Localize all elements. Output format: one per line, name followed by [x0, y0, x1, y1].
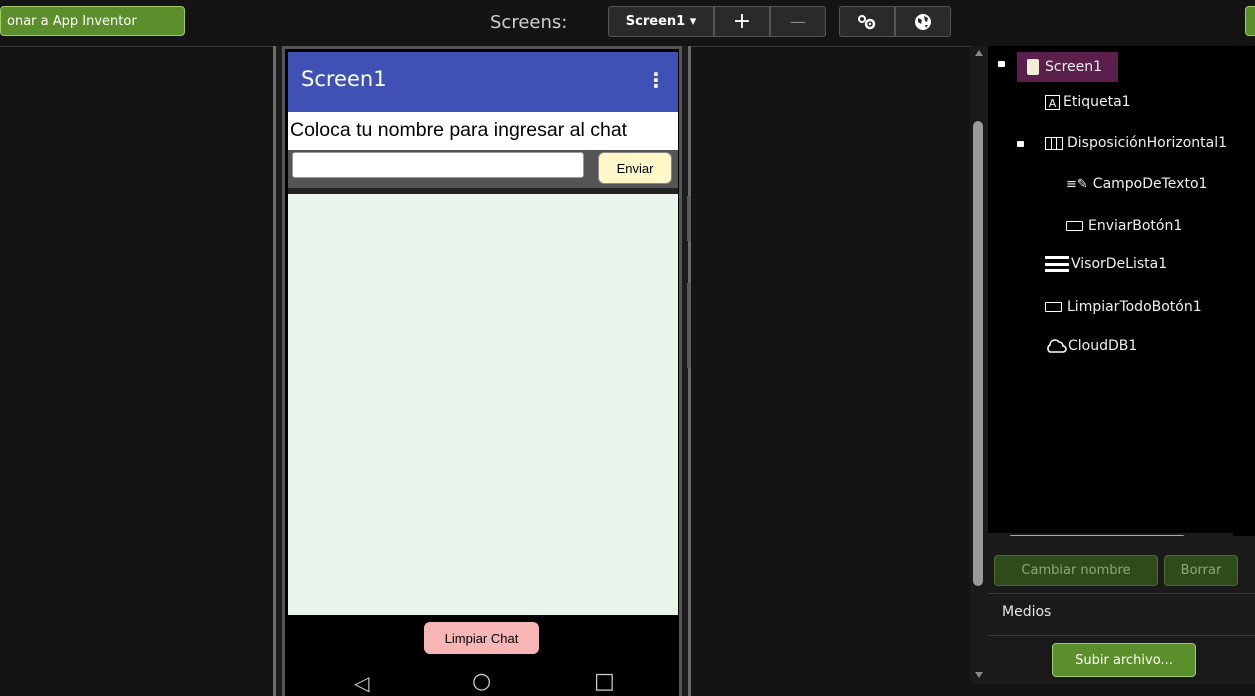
tree-item-limpiartodoboton[interactable]: LimpiarTodoBotón1: [1045, 299, 1202, 315]
screen-selector-label: Screen1 ▾: [625, 14, 697, 29]
app-bar: Screen1 ⋮: [288, 52, 678, 112]
send-button-label: Enviar: [616, 160, 654, 176]
viewer-scrollbar[interactable]: [970, 46, 988, 684]
overflow-menu-icon[interactable]: ⋮: [646, 68, 666, 92]
scroll-down-arrow-icon[interactable]: [975, 672, 983, 678]
components-tree-panel: Screen1 A Etiqueta1 DisposiciónHorizonta…: [988, 46, 1255, 545]
tree-item-disposicion[interactable]: DisposiciónHorizontal1: [1045, 135, 1255, 151]
clear-chat-label: Limpiar Chat: [444, 630, 519, 646]
phone-side-button-bottom: [687, 283, 691, 368]
tree-item-label: CloudDB1: [1068, 338, 1138, 354]
listview-icon: [1045, 256, 1069, 272]
tree-item-label: Etiqueta1: [1063, 94, 1131, 110]
gears-icon: [858, 14, 876, 29]
delete-button-label: Borrar: [1180, 563, 1222, 578]
tree-item-clouddb[interactable]: CloudDB1: [1045, 338, 1137, 354]
nav-home-icon: ○: [472, 669, 492, 694]
collapse-screen-icon[interactable]: [998, 61, 1005, 67]
tree-item-label: VisorDeLista1: [1071, 256, 1168, 272]
label-container: Coloca tu nombre para ingresar al chat: [288, 112, 678, 150]
rename-button[interactable]: Cambiar nombre: [994, 555, 1158, 586]
nav-recent-icon: □: [594, 669, 615, 694]
back-button-label: onar a App Inventor: [7, 13, 137, 29]
viewer-scrollbar-thumb[interactable]: [973, 121, 983, 586]
nav-back-icon: ◁: [354, 671, 370, 695]
bottom-area: Limpiar Chat ◁ ○ □: [288, 615, 678, 695]
collapse-arrangement-icon[interactable]: [1017, 141, 1024, 147]
tree-item-etiqueta1[interactable]: A Etiqueta1: [1045, 94, 1131, 110]
components-actions-panel: Cambiar nombre Borrar Medios Subir archi…: [988, 536, 1255, 684]
name-text-field[interactable]: [292, 152, 584, 178]
button-icon: [1045, 302, 1062, 312]
send-button[interactable]: Enviar: [598, 152, 672, 184]
clear-chat-button[interactable]: Limpiar Chat: [424, 622, 539, 654]
publish-globe-button[interactable]: [895, 6, 951, 37]
textbox-icon: ≡✎: [1066, 176, 1088, 192]
divider: [988, 635, 1255, 636]
tree-item-label: EnviarBotón1: [1088, 218, 1183, 234]
upload-file-button[interactable]: Subir archivo...: [1052, 643, 1196, 677]
screen-selector-dropdown[interactable]: Screen1 ▾: [608, 6, 714, 37]
tree-item-screen1[interactable]: Screen1: [1017, 52, 1118, 82]
tree-item-label: CampoDeTexto1: [1092, 176, 1208, 192]
back-to-app-inventor-button[interactable]: onar a App Inventor: [0, 6, 185, 36]
upload-file-label: Subir archivo...: [1075, 652, 1173, 668]
right-edge-green-button[interactable]: [1245, 6, 1255, 36]
add-screen-button[interactable]: +: [714, 6, 770, 37]
screens-label: Screens:: [490, 12, 568, 33]
project-properties-button[interactable]: [839, 6, 895, 37]
scroll-up-arrow-icon[interactable]: [975, 50, 983, 56]
horizontal-arrangement-icon: [1045, 136, 1063, 150]
rename-button-label: Cambiar nombre: [1021, 563, 1131, 578]
remove-screen-button[interactable]: —: [770, 6, 826, 37]
label-icon: A: [1045, 94, 1060, 110]
phone-side-button-top: [687, 196, 691, 241]
tree-item-label: DisposiciónHorizontal1: [1067, 135, 1228, 151]
media-title: Medios: [1002, 604, 1052, 620]
globe-icon: [915, 13, 931, 30]
horizontal-arrangement: Enviar: [288, 150, 678, 188]
cloud-icon: [1047, 339, 1067, 353]
tree-item-enviarboton[interactable]: EnviarBotón1: [1066, 218, 1182, 234]
tree-item-campodetexto[interactable]: ≡✎ CampoDeTexto1: [1066, 176, 1207, 192]
tree-item-visordelista[interactable]: VisorDeLista1: [1045, 256, 1167, 272]
chat-list-view[interactable]: [288, 194, 678, 615]
divider: [988, 593, 1255, 594]
tree-item-label: Screen1: [1045, 59, 1103, 75]
tree-item-label: LimpiarTodoBotón1: [1067, 299, 1202, 315]
plus-icon: +: [732, 9, 752, 34]
screen-title: Screen1: [301, 67, 387, 91]
minus-icon: —: [790, 12, 806, 31]
delete-button[interactable]: Borrar: [1164, 555, 1238, 586]
screen-icon: [1027, 59, 1039, 75]
button-icon: [1066, 221, 1083, 231]
etiqueta1-label: Coloca tu nombre para ingresar al chat: [290, 119, 628, 141]
